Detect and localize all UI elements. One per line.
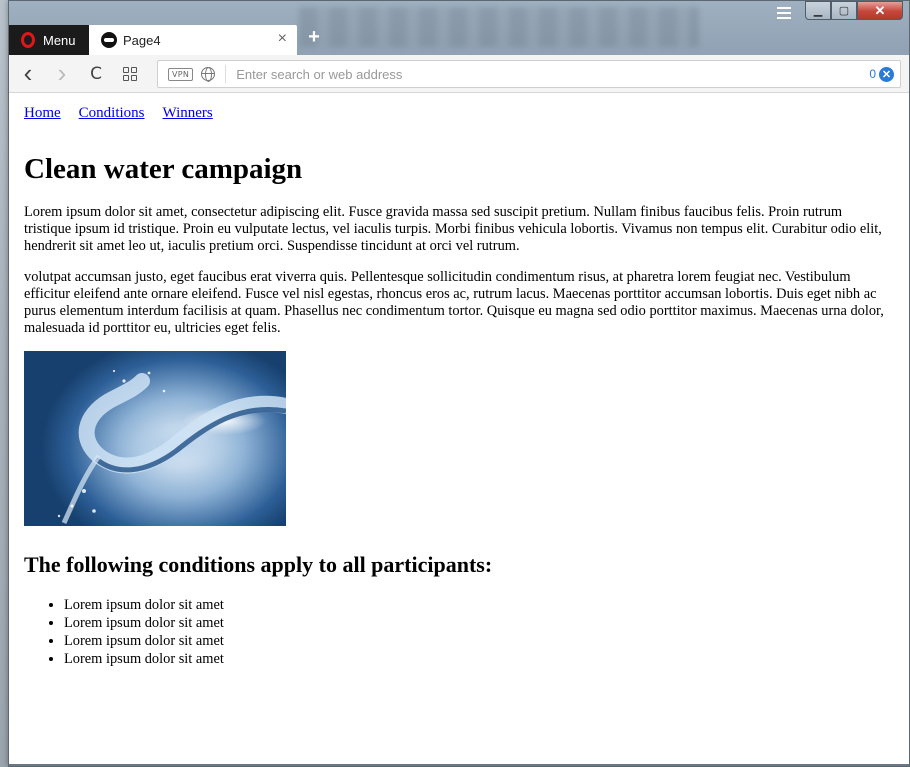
page-title: Clean water campaign xyxy=(24,153,303,185)
close-window-button[interactable]: ✕ xyxy=(857,1,903,20)
conditions-heading: The following conditions apply to all pa… xyxy=(24,552,493,577)
tab-title: Page4 xyxy=(123,32,161,48)
tab-strip: Menu Page4 × + ▁ ▢ ✕ xyxy=(9,1,909,59)
nav-link-conditions[interactable]: Conditions xyxy=(79,105,145,121)
tab-page4[interactable]: Page4 × xyxy=(89,25,297,55)
opera-menu-button[interactable]: Menu xyxy=(9,25,89,55)
reload-button[interactable]: C xyxy=(81,59,111,89)
ad-block-shield-icon: ✕ xyxy=(879,66,894,82)
water-splash-image xyxy=(24,351,286,526)
speed-dial-icon xyxy=(123,66,137,81)
address-divider xyxy=(225,65,227,83)
nav-link-home[interactable]: Home xyxy=(24,105,61,121)
page-nav: Home Conditions Winners xyxy=(24,104,895,122)
page-content: Home Conditions Winners Clean water camp… xyxy=(9,94,909,766)
globe-icon[interactable] xyxy=(201,67,216,82)
speed-dial-button[interactable] xyxy=(115,59,145,89)
address-input[interactable] xyxy=(236,66,870,82)
list-item: Lorem ipsum dolor sit amet xyxy=(64,614,895,632)
forward-button[interactable]: › xyxy=(47,58,77,89)
tab-favicon-icon xyxy=(101,32,117,48)
vpn-badge[interactable]: VPN xyxy=(168,67,194,81)
list-item: Lorem ipsum dolor sit amet xyxy=(64,632,895,650)
nav-link-winners[interactable]: Winners xyxy=(163,105,213,121)
list-item: Lorem ipsum dolor sit amet xyxy=(64,596,895,614)
background-window-blur xyxy=(299,7,699,47)
ad-blocker-indicator[interactable]: 0 ✕ xyxy=(869,66,894,82)
maximize-button[interactable]: ▢ xyxy=(831,1,857,20)
tab-close-icon[interactable]: × xyxy=(278,30,287,48)
intro-paragraph: Lorem ipsum dolor sit amet, consectetur … xyxy=(24,204,882,254)
blocked-count: 0 xyxy=(869,67,876,81)
minimize-button[interactable]: ▁ xyxy=(805,1,831,20)
window-controls: ▁ ▢ ✕ xyxy=(805,1,903,20)
new-tab-button[interactable]: + xyxy=(305,27,323,47)
back-button[interactable]: ‹ xyxy=(13,58,43,89)
list-item: Lorem ipsum dolor sit amet xyxy=(64,650,895,668)
second-paragraph: volutpat accumsan justo, eget faucibus e… xyxy=(24,269,884,336)
address-bar[interactable]: VPN 0 ✕ xyxy=(157,60,901,88)
water-splash-graphic xyxy=(57,369,286,525)
menu-label: Menu xyxy=(43,32,76,48)
browser-window: Menu Page4 × + ▁ ▢ ✕ ‹ › C VPN 0 xyxy=(8,0,910,767)
window-bottom-edge xyxy=(9,764,909,766)
browser-toolbar: ‹ › C VPN 0 ✕ xyxy=(9,55,909,93)
easy-setup-icon[interactable] xyxy=(777,7,791,19)
conditions-list: Lorem ipsum dolor sit amet Lorem ipsum d… xyxy=(64,596,895,668)
opera-logo-icon xyxy=(21,32,35,48)
